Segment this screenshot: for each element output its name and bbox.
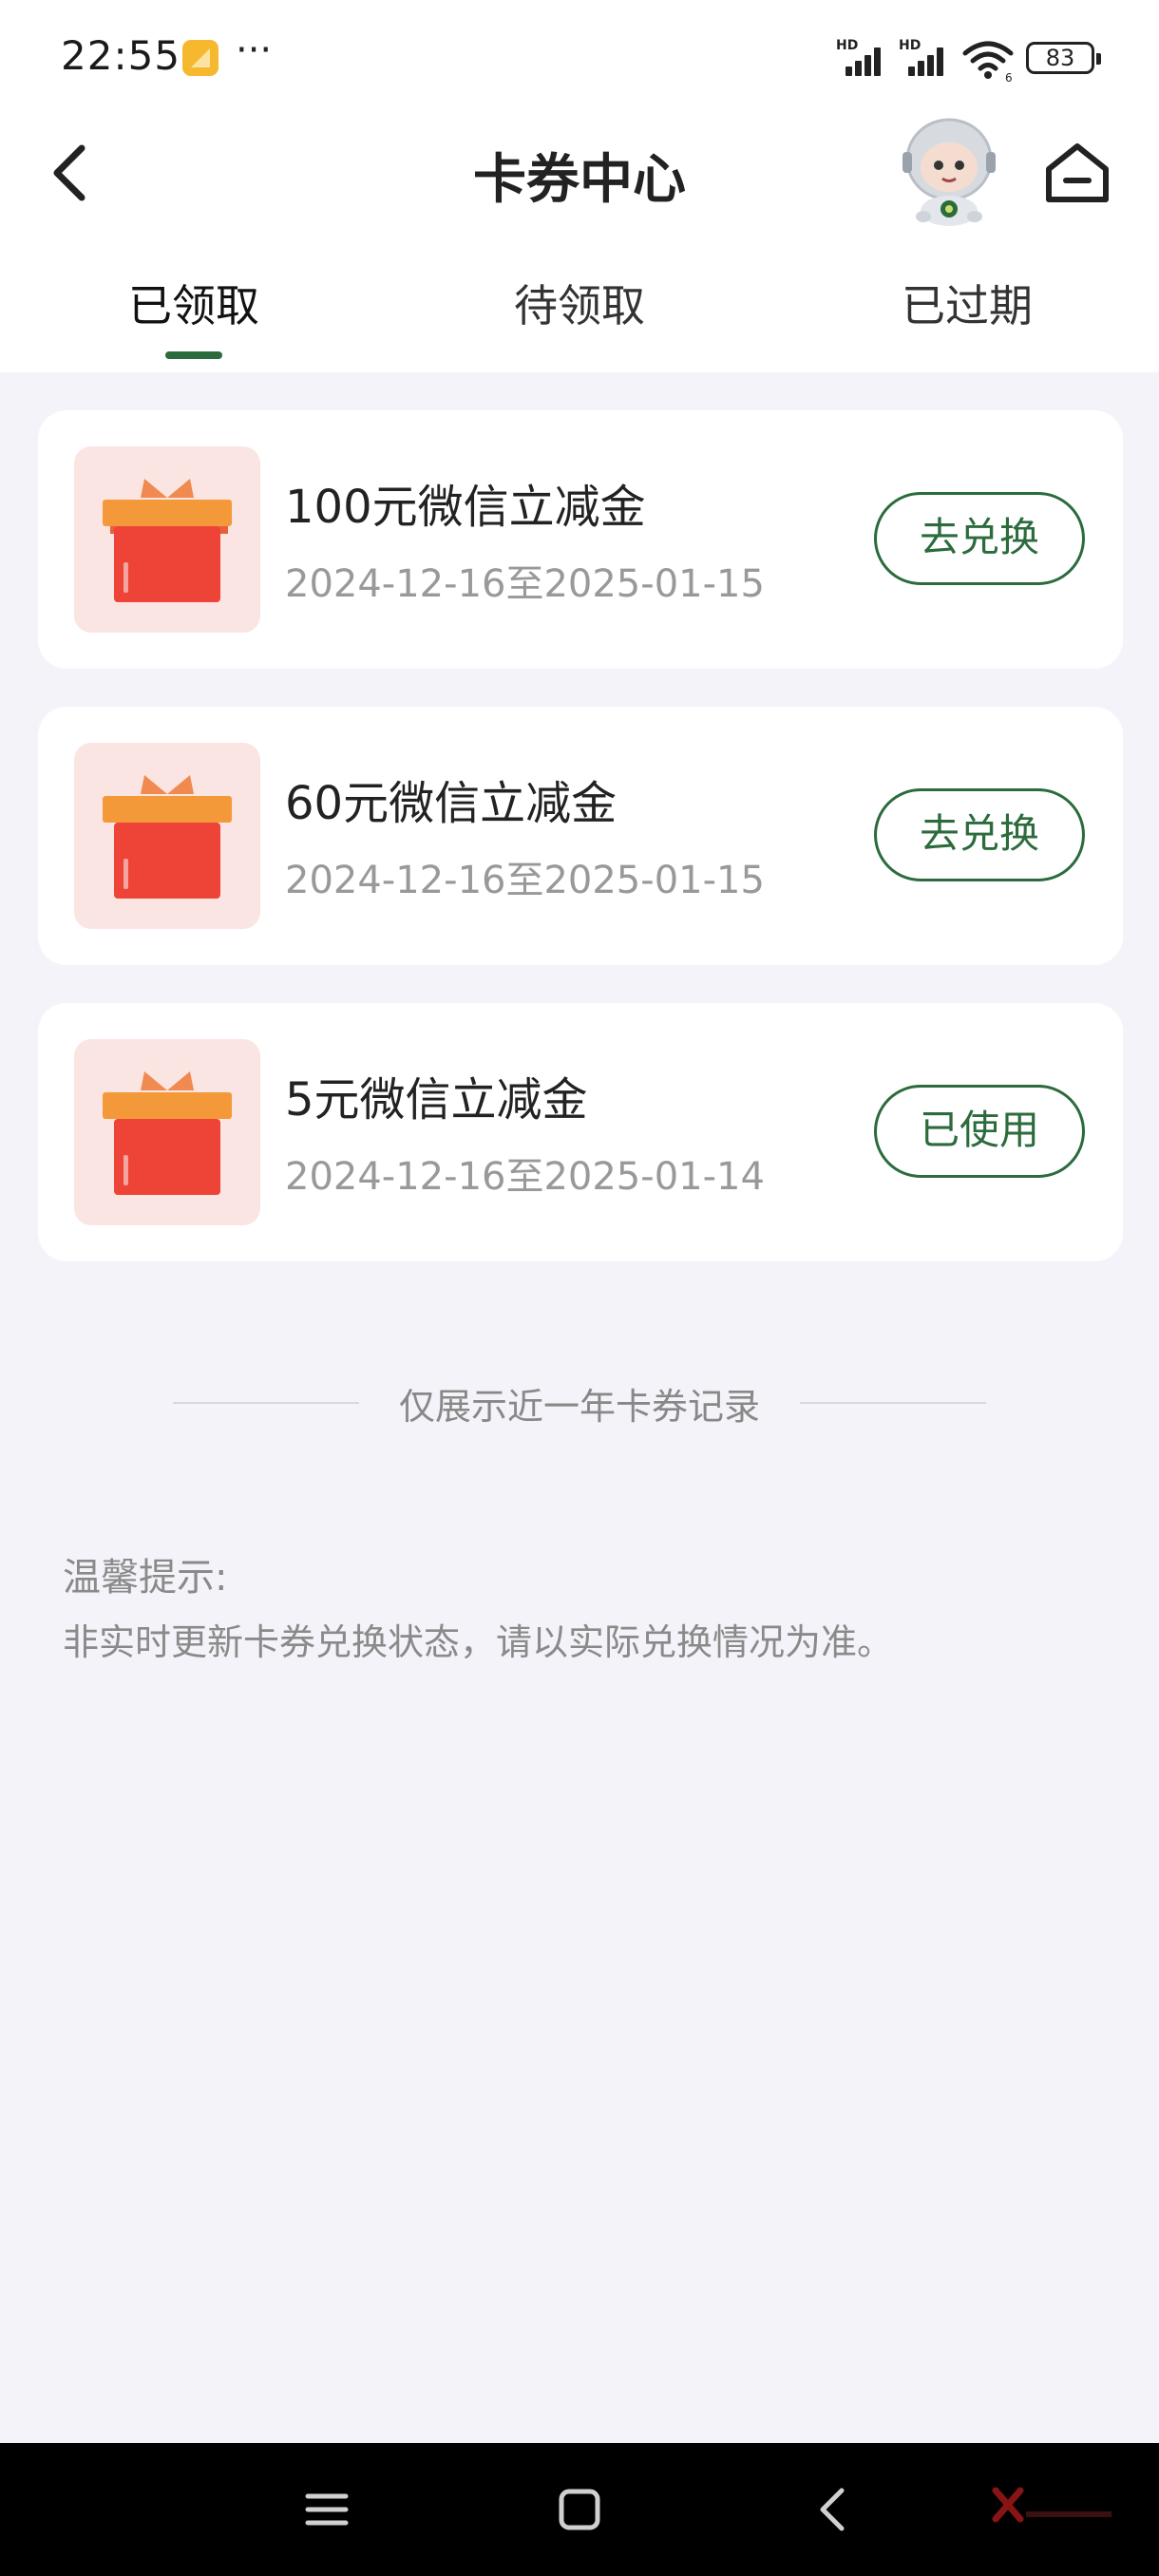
- tips-title: 温馨提示:: [63, 1556, 228, 1600]
- gift-box-icon: [74, 446, 260, 633]
- coupon-date: 2024-12-16至2025-01-15: [285, 562, 765, 606]
- system-nav-bar: [0, 2443, 1159, 2576]
- nav-bar: 卡券中心: [0, 114, 1159, 247]
- tab-received[interactable]: 已领取: [51, 272, 336, 334]
- coupon-date: 2024-12-16至2025-01-14: [285, 1155, 765, 1199]
- status-time: 22:55: [61, 32, 181, 79]
- watermark-logo: [992, 2481, 1115, 2538]
- coupon-title: 5元微信立减金: [285, 1073, 588, 1127]
- coupon-card[interactable]: 100元微信立减金 2024-12-16至2025-01-15 去兑换: [38, 410, 1123, 669]
- coupon-title: 60元微信立减金: [285, 777, 618, 830]
- signal-icon: HD: [836, 38, 889, 76]
- wifi-icon: 6: [962, 41, 1014, 82]
- gift-box-icon: [74, 743, 260, 929]
- records-note: 仅展示近一年卡券记录: [0, 1377, 1159, 1434]
- status-bar: 22:55 ··· HD HD 6 83: [0, 0, 1159, 114]
- redeem-button[interactable]: 去兑换: [874, 788, 1085, 881]
- wifi-label: 6: [1005, 71, 1013, 82]
- divider-right: [800, 1402, 986, 1404]
- signal-icon-2: HD: [899, 38, 952, 76]
- signal-hd-label: HD: [836, 38, 859, 53]
- battery-indicator: 83: [1026, 42, 1101, 74]
- astronaut-mascot-icon[interactable]: [897, 114, 1001, 226]
- home-button[interactable]: [1041, 137, 1113, 209]
- tab-bar: 已领取 待领取 已过期: [0, 247, 1159, 372]
- tab-expired[interactable]: 已过期: [825, 272, 1110, 334]
- redeem-button[interactable]: 去兑换: [874, 492, 1085, 585]
- used-status-button[interactable]: 已使用: [874, 1085, 1085, 1178]
- tips-body: 非实时更新卡券兑换状态，请以实际兑换情况为准。: [63, 1621, 894, 1663]
- menu-icon[interactable]: [296, 2479, 357, 2540]
- back-nav-icon[interactable]: [804, 2479, 864, 2540]
- coupon-title: 100元微信立减金: [285, 481, 646, 534]
- tab-pending[interactable]: 待领取: [437, 272, 722, 334]
- gift-box-icon: [74, 1039, 260, 1225]
- active-tab-indicator: [165, 351, 222, 359]
- home-nav-icon[interactable]: [549, 2479, 610, 2540]
- coupon-card[interactable]: 60元微信立减金 2024-12-16至2025-01-15 去兑换: [38, 707, 1123, 965]
- notification-app-icon: [182, 40, 218, 76]
- more-notifications-icon: ···: [236, 28, 273, 72]
- coupon-card[interactable]: 5元微信立减金 2024-12-16至2025-01-14 已使用: [38, 1003, 1123, 1261]
- signal-hd-label-2: HD: [899, 38, 922, 53]
- coupon-date: 2024-12-16至2025-01-15: [285, 859, 765, 902]
